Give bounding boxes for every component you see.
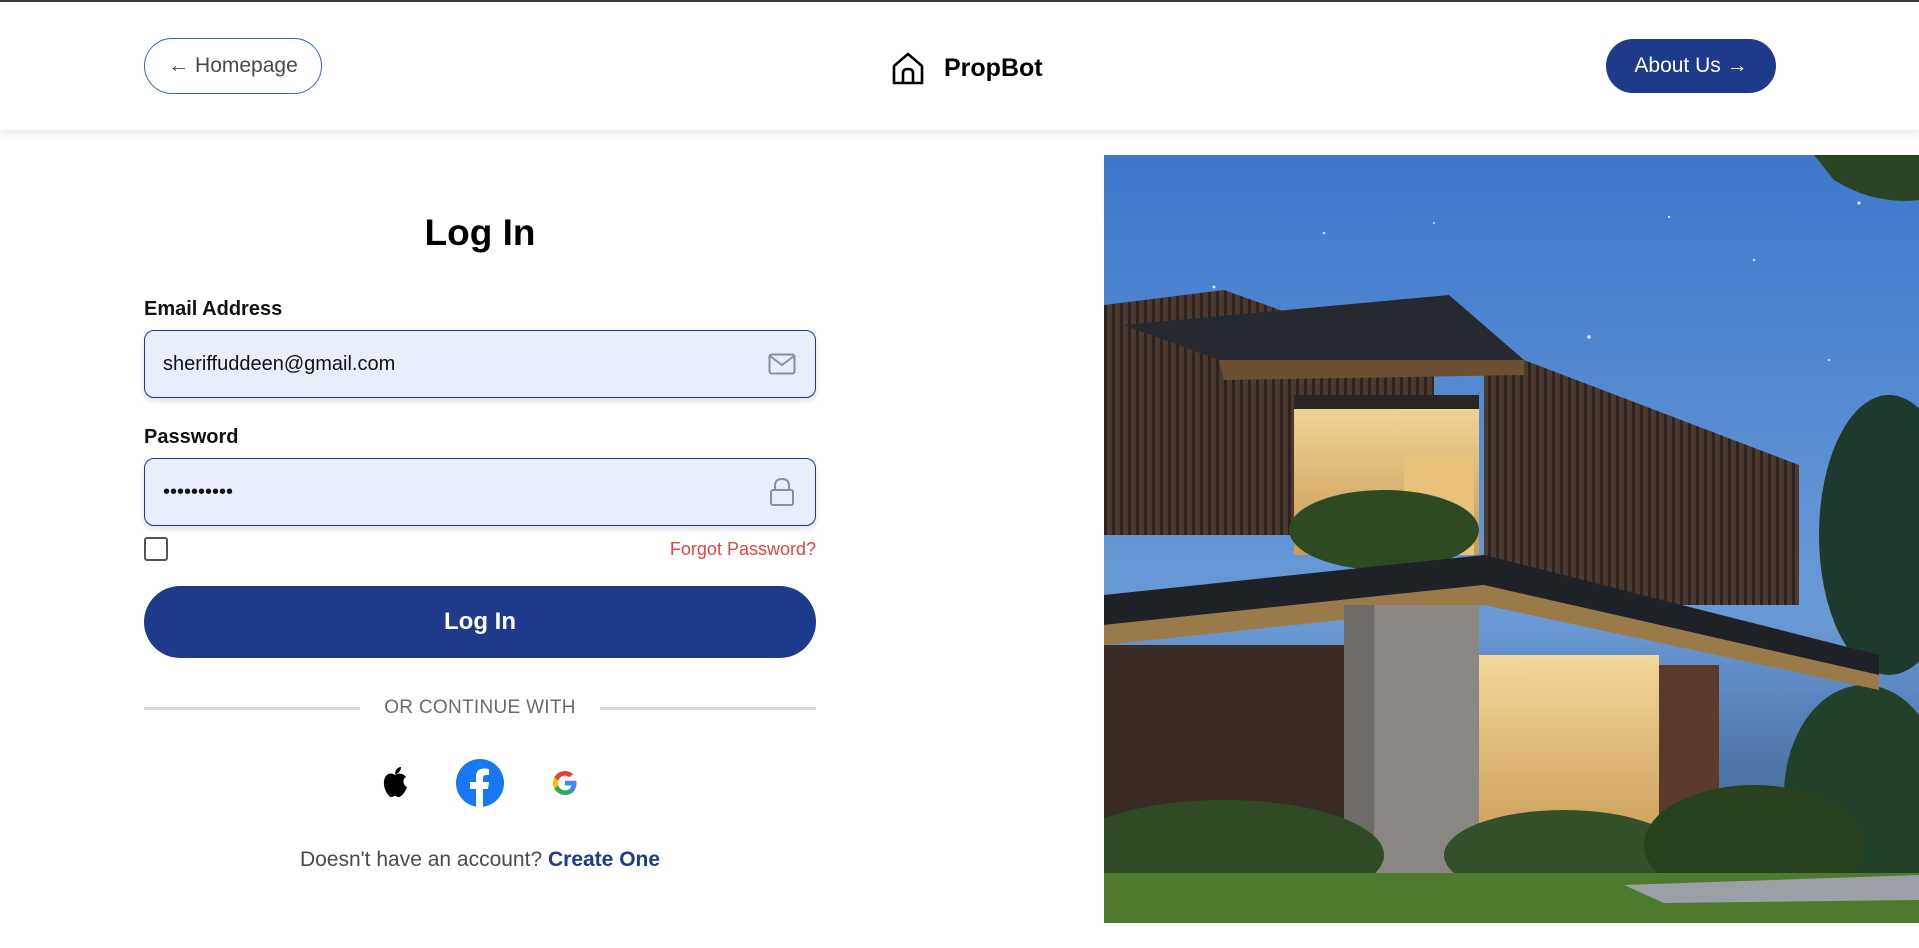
top-nav: ← Homepage PropBot About Us → (0, 2, 1919, 130)
email-field-wrapper (144, 330, 816, 398)
about-us-button[interactable]: About Us → (1606, 39, 1776, 93)
house-icon (892, 52, 924, 85)
page-title: Log In (424, 212, 536, 253)
email-label: Email Address (144, 298, 283, 320)
divider-right (600, 707, 816, 710)
email-field[interactable] (163, 352, 767, 376)
homepage-button[interactable]: ← Homepage (144, 38, 322, 94)
create-account-link[interactable]: Create One (548, 848, 660, 871)
remember-me-checkbox[interactable] (144, 537, 168, 561)
house-illustration (1104, 155, 1919, 923)
signup-prompt: Doesn't have an account? Create One (144, 848, 816, 872)
password-field-wrapper (144, 458, 816, 526)
log-in-button[interactable]: Log In (144, 586, 816, 658)
brand-name: PropBot (944, 53, 1043, 82)
apple-icon (383, 767, 407, 798)
google-login-button[interactable] (540, 758, 590, 808)
envelope-icon (767, 349, 797, 379)
signup-text: Doesn't have an account? (299, 848, 543, 871)
password-field[interactable] (163, 480, 767, 504)
lock-icon (767, 477, 797, 507)
house-hero-image (1104, 155, 1919, 923)
facebook-icon (456, 759, 504, 807)
password-label: Password (144, 426, 239, 448)
apple-login-button[interactable] (370, 758, 420, 808)
brand[interactable]: PropBot (890, 48, 1043, 88)
or-continue-with-text: OR CONTINUE WITH (384, 697, 576, 718)
facebook-login-button[interactable] (455, 758, 505, 808)
google-icon (553, 771, 577, 795)
divider-left (144, 707, 360, 710)
forgot-password-link[interactable]: Forgot Password? (640, 539, 816, 560)
